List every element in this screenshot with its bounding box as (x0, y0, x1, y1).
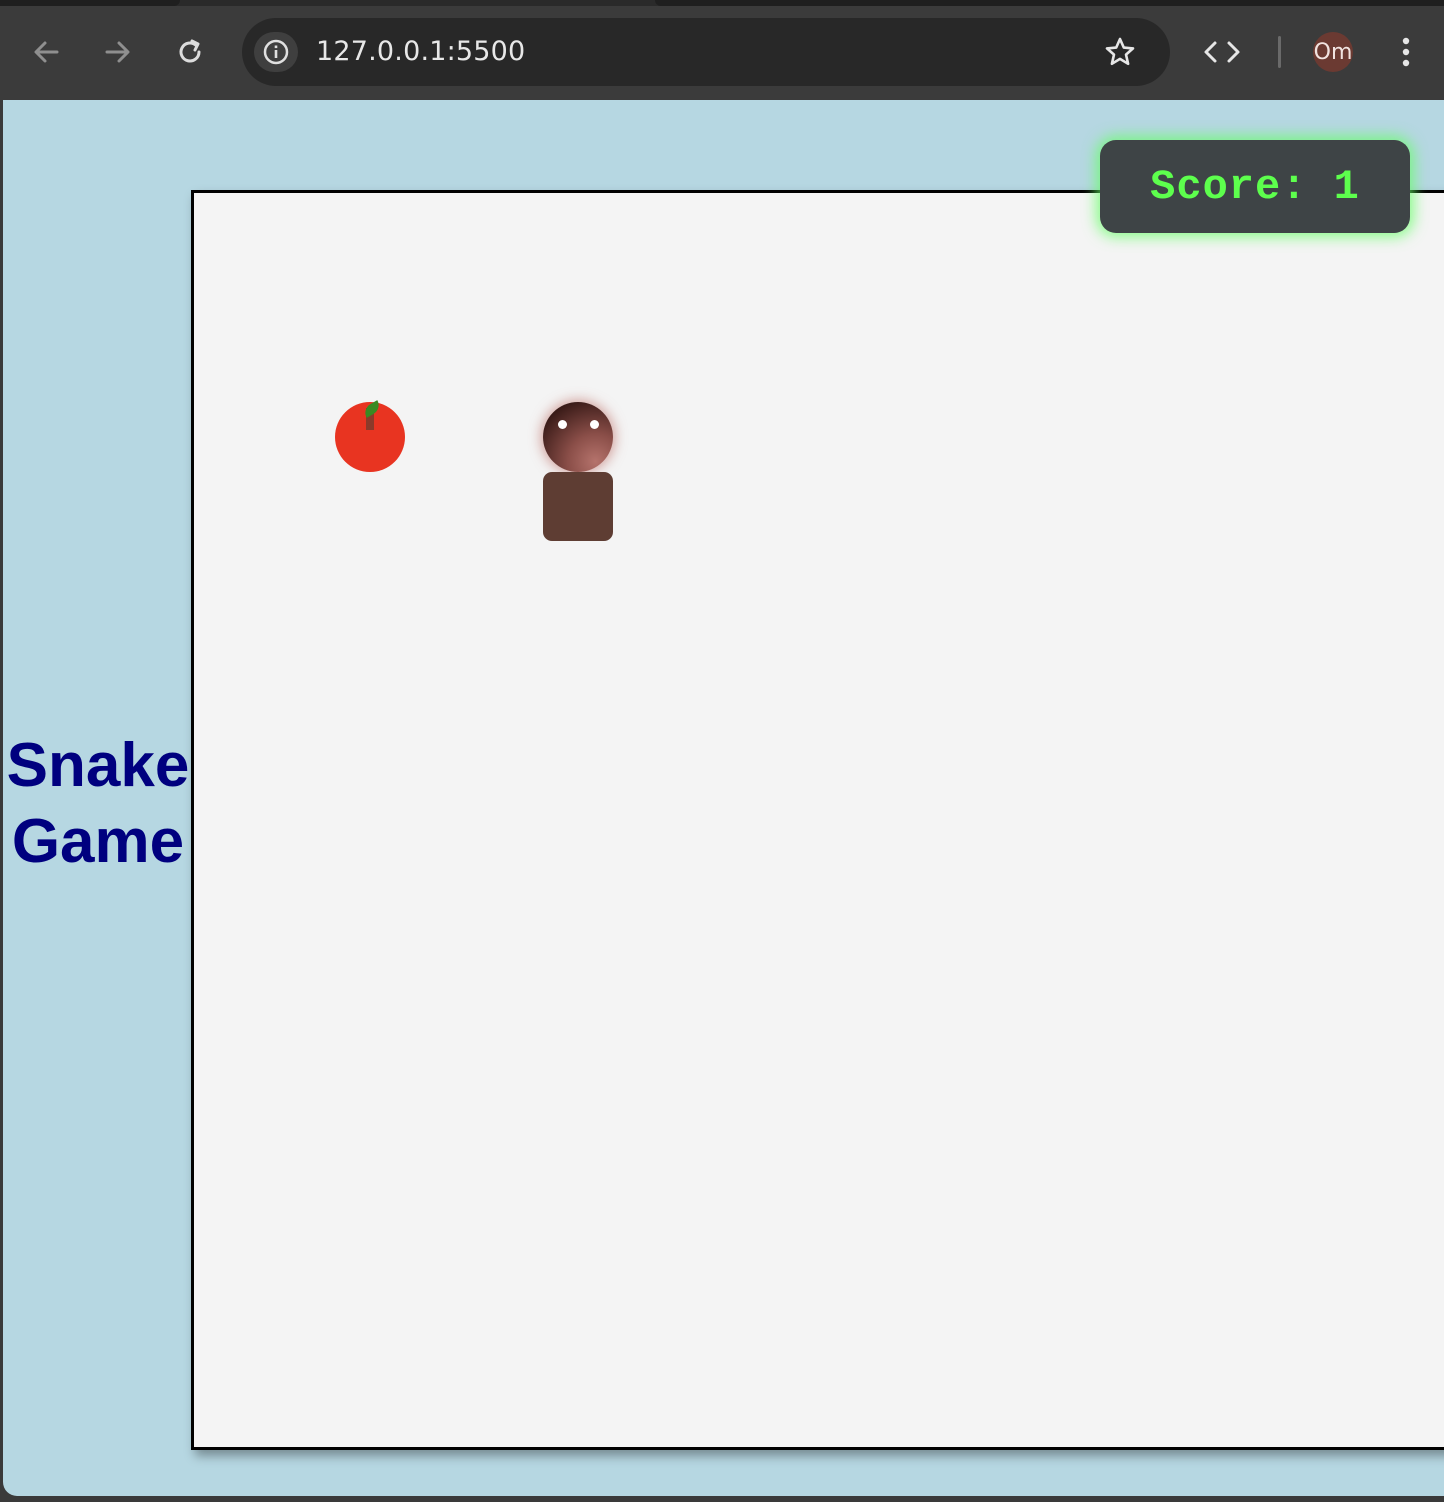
arrow-left-icon (34, 41, 59, 63)
bookmark-button[interactable] (1100, 34, 1140, 70)
snake-head (543, 402, 613, 472)
url-text[interactable]: 127.0.0.1:5500 (316, 18, 525, 86)
reload-icon (179, 39, 201, 63)
address-bar[interactable]: 127.0.0.1:5500 (242, 18, 1170, 86)
site-info-button[interactable] (254, 32, 298, 72)
snake-eye-right (590, 420, 599, 429)
snake-eye-left (558, 420, 567, 429)
devtools-button[interactable] (1200, 30, 1244, 74)
arrow-right-icon (105, 41, 130, 63)
forward-button[interactable] (96, 30, 140, 74)
browser-toolbar: 127.0.0.1:5500 Om (0, 0, 1444, 100)
game-title-line1: Snake (6, 731, 190, 800)
tab-strip (0, 0, 1444, 6)
reload-button[interactable] (168, 30, 212, 74)
toolbar-divider (1278, 36, 1281, 68)
page-viewport: Snake Game Score: 1 (3, 100, 1444, 1496)
browser-menu-button[interactable] (1388, 30, 1424, 74)
tab-edge-left (0, 0, 180, 6)
snake-body-segment (543, 472, 613, 541)
apple-food (335, 400, 405, 472)
score-display: Score: 1 (1100, 140, 1410, 233)
info-icon (263, 39, 289, 65)
game-title-line2: Game (11, 807, 185, 876)
back-button[interactable] (24, 30, 68, 74)
profile-avatar[interactable]: Om (1313, 32, 1353, 72)
tab-edge-right (655, 0, 1444, 6)
game-board[interactable] (191, 190, 1444, 1450)
code-icon (1204, 41, 1240, 63)
game-title: Snake Game (3, 728, 193, 880)
star-icon (1105, 37, 1135, 66)
kebab-menu-icon (1402, 37, 1410, 67)
